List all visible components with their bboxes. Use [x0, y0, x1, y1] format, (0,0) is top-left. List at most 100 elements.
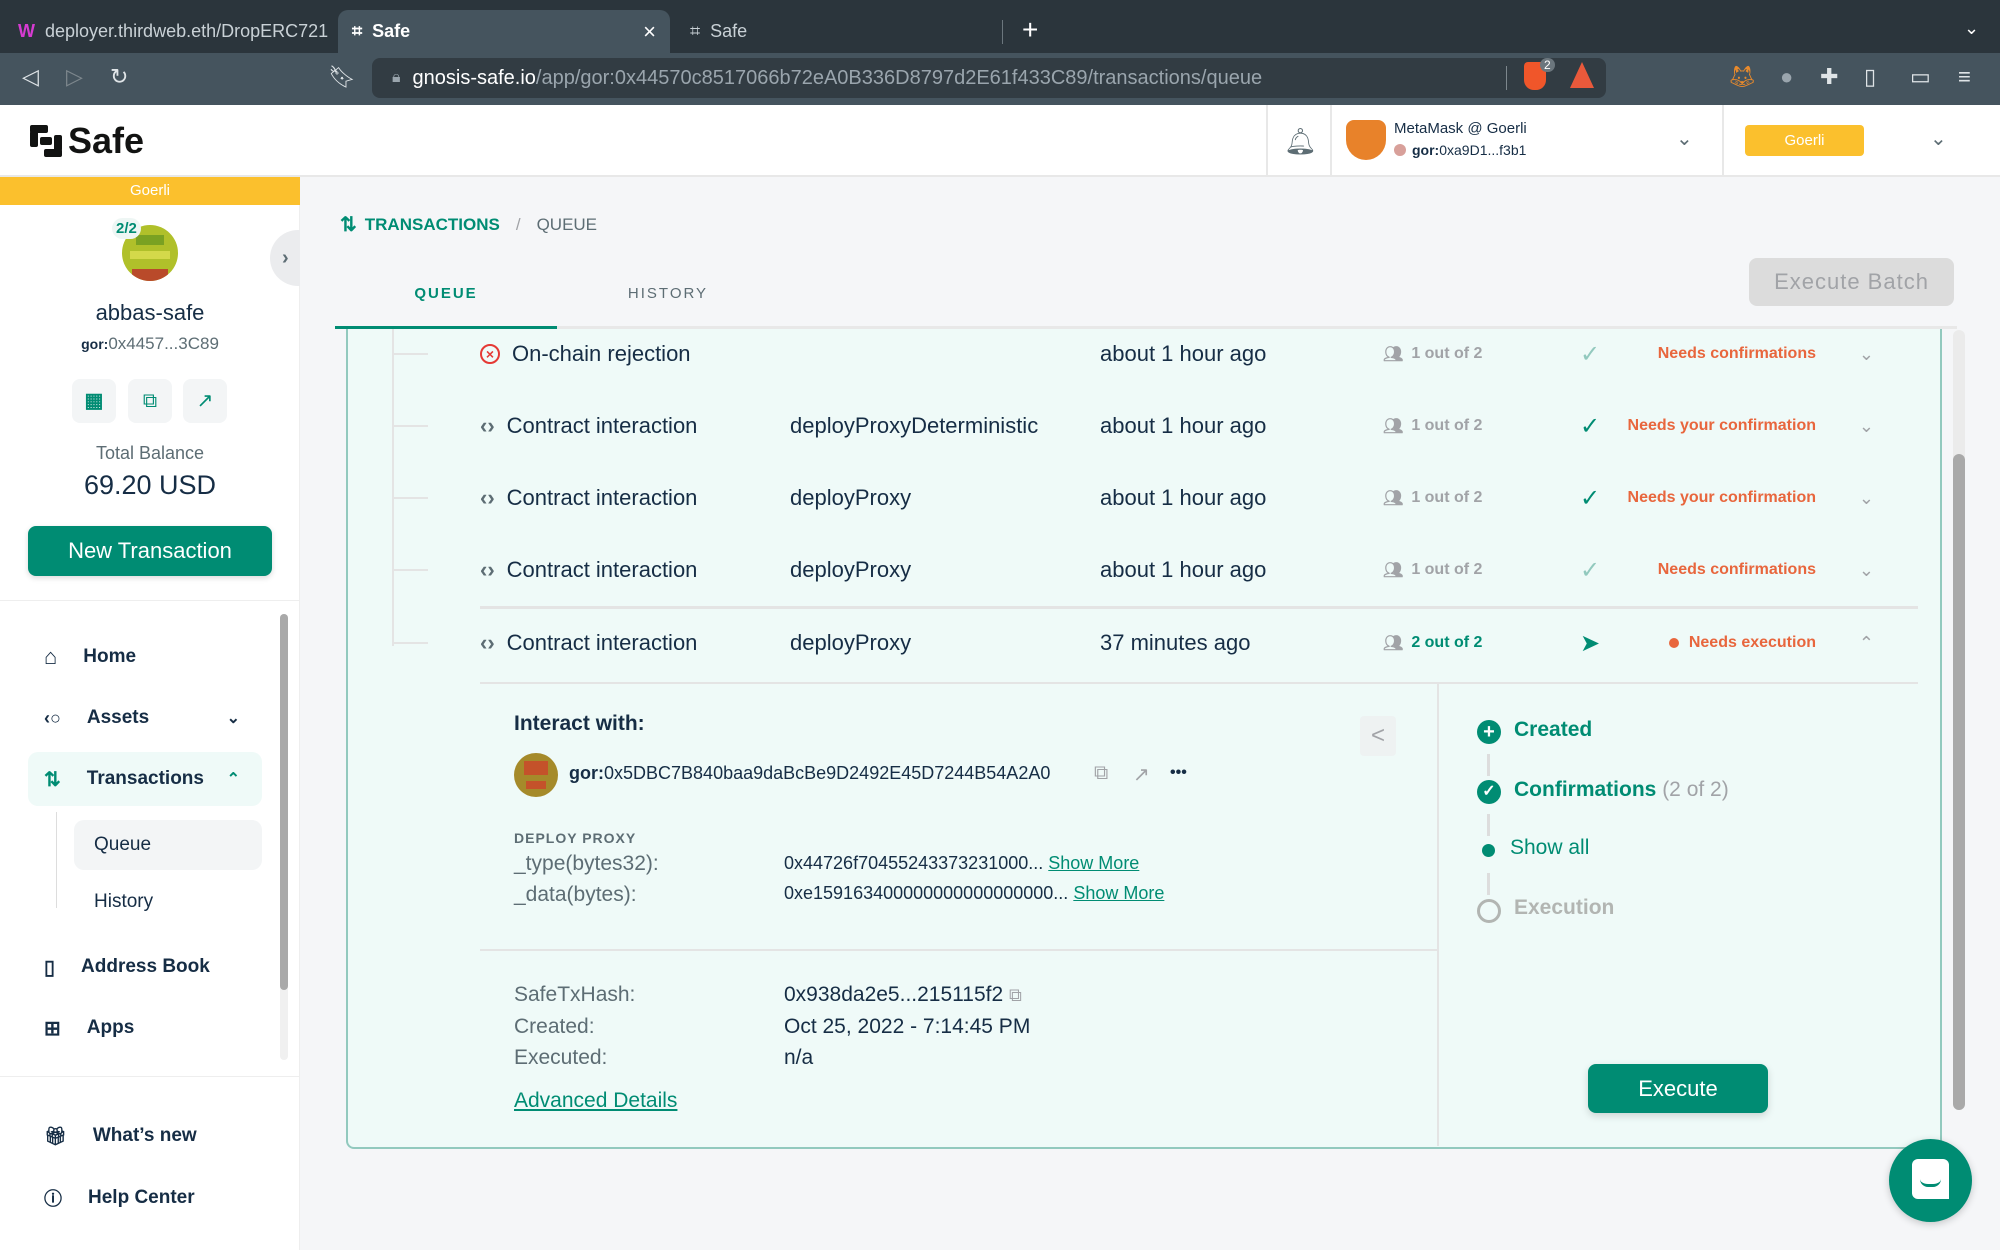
network-dropdown-chevron-icon[interactable]: ⌄ [1930, 126, 1947, 151]
chevron-down-icon[interactable]: ⌄ [1859, 488, 1874, 509]
sidebar-toggle-icon[interactable]: ▯ [1864, 64, 1876, 90]
main-scrollbar[interactable] [1953, 330, 1965, 1110]
sidebar-divider [0, 1076, 300, 1077]
sidebar-item-whats-new[interactable]: 🎁︎ What’s new [28, 1109, 262, 1163]
chevron-down-icon[interactable]: ⌄ [1859, 416, 1874, 437]
browser-tab[interactable]: ⌗ Safe [676, 10, 1006, 53]
sidebar-item-assets[interactable]: ‹○ Assets ⌄ [28, 691, 262, 745]
timeline-created: Created [1514, 718, 1593, 741]
browser-tab[interactable]: W deployer.thirdweb.eth/DropERC721 [4, 10, 334, 53]
external-link-icon[interactable]: ↗ [1133, 762, 1150, 787]
browser-tab-active[interactable]: ⌗ Safe × [338, 10, 670, 53]
execute-batch-button[interactable]: Execute Batch [1749, 258, 1954, 306]
extension-icon[interactable]: ● [1780, 64, 1793, 90]
url-host: gnosis-safe.io [412, 66, 536, 89]
sidebar-item-queue[interactable]: Queue [74, 820, 262, 870]
sidebar-scrollbar[interactable] [280, 614, 288, 1060]
back-icon[interactable]: ◁ [22, 64, 39, 90]
copy-icon[interactable]: ⧉ [1009, 985, 1022, 1005]
sidebar-item-transactions[interactable]: ⇅ Transactions ⌃ [28, 752, 262, 806]
contract-identicon [514, 753, 558, 797]
subnav-tree-line [56, 812, 57, 908]
safe-logo-icon [30, 125, 62, 157]
tab-list-chevron-icon[interactable]: ⌄ [1964, 18, 1979, 39]
new-tab-button[interactable]: + [1022, 14, 1038, 46]
tx-confirmations: 👥︎ 1 out of 2 [1383, 489, 1483, 507]
execute-button[interactable]: Execute [1588, 1064, 1768, 1113]
tx-type: Contract interaction [506, 630, 698, 655]
help-icon: ⓘ [44, 1189, 62, 1209]
chevron-down-icon[interactable]: ⌄ [1859, 344, 1874, 365]
sidebar-item-home[interactable]: ⌂ Home [28, 630, 262, 684]
qr-code-button[interactable]: ▦ [72, 379, 116, 423]
executed-label: Executed: [514, 1046, 608, 1069]
tx-time: about 1 hour ago [1100, 485, 1267, 510]
tx-confirmations: 👥︎ 1 out of 2 [1383, 345, 1483, 363]
wallet-icon[interactable]: ▭ [1910, 64, 1931, 90]
code-icon: ‹› [480, 485, 495, 510]
show-more-link[interactable]: Show More [1048, 853, 1139, 873]
apps-icon: ⊞ [44, 1017, 61, 1040]
tab-title: Safe [372, 21, 411, 41]
tx-time: 37 minutes ago [1100, 630, 1251, 655]
notifications-bell-icon[interactable]: 🔔︎ [1284, 126, 1317, 157]
tx-time: about 1 hour ago [1100, 341, 1267, 366]
copy-address-button[interactable]: ⧉ [128, 379, 172, 423]
copy-icon: ⧉ [142, 390, 158, 412]
transaction-row-expanded[interactable]: ‹› Contract interaction deployProxy 37 mi… [348, 607, 1914, 679]
chat-support-button[interactable] [1889, 1139, 1972, 1222]
header-divider [1330, 105, 1332, 177]
wallet-name: MetaMask @ Goerli [1394, 120, 1527, 137]
open-explorer-button[interactable]: ↗ [183, 379, 227, 423]
tx-type: Contract interaction [506, 557, 698, 582]
address-bar[interactable]: 🔒︎ gnosis-safe.io/app/gor:0x44570c851706… [372, 58, 1606, 98]
brave-badge: 2 [1540, 58, 1555, 72]
show-all-link[interactable]: Show all [1510, 836, 1589, 860]
tx-status: Needs your confirmation [1627, 489, 1816, 506]
timeline-connector [1487, 814, 1490, 836]
owners-icon: 👥︎ [1383, 562, 1404, 579]
menu-icon[interactable]: ≡ [1958, 64, 1971, 90]
param-name: _type(bytes32): [514, 852, 659, 875]
metamask-extension-icon[interactable]: 🦊︎ [1728, 64, 1756, 90]
app-header [0, 105, 2000, 177]
sidebar-item-help-center[interactable]: ⓘ Help Center [28, 1171, 262, 1225]
reload-icon[interactable]: ↻ [110, 64, 128, 90]
close-tab-icon[interactable]: × [643, 19, 656, 45]
advanced-details-link[interactable]: Advanced Details [514, 1089, 677, 1113]
extensions-puzzle-icon[interactable]: ✚ [1820, 64, 1838, 90]
owners-icon: 👥︎ [1383, 635, 1404, 652]
show-more-link[interactable]: Show More [1073, 883, 1164, 903]
share-icon[interactable]: < [1360, 716, 1396, 756]
tree-branch [394, 353, 428, 355]
transaction-row[interactable]: × On-chain rejection about 1 hour ago 👥︎ 1… [348, 318, 1914, 390]
sidebar-item-apps[interactable]: ⊞ Apps [28, 1001, 262, 1055]
sidebar-item-address-book[interactable]: ▯ Address Book [28, 940, 262, 994]
transaction-row[interactable]: ‹› Contract interaction deployProxy about… [348, 534, 1914, 606]
copy-icon[interactable]: ⧉ [1094, 762, 1108, 785]
breadcrumb-root[interactable]: TRANSACTIONS [365, 215, 500, 235]
sidebar-item-history[interactable]: History [74, 877, 262, 927]
more-options-icon[interactable]: ••• [1170, 764, 1187, 782]
transaction-row[interactable]: ‹› Contract interaction deployProxyDeterm… [348, 390, 1914, 462]
param-value: 0x44726f70455243373231000... Show More [784, 853, 1140, 873]
interact-label: Interact with: [514, 712, 645, 735]
brave-rewards-icon[interactable] [1570, 62, 1594, 88]
chevron-up-icon[interactable]: ⌃ [1859, 633, 1874, 654]
safe-logo[interactable]: Safe [30, 120, 144, 162]
new-transaction-button[interactable]: New Transaction [28, 526, 272, 576]
sidebar-divider [0, 600, 300, 601]
chat-icon [1912, 1159, 1949, 1199]
address-book-icon: ▯ [44, 956, 56, 979]
timeline-connector [1487, 754, 1490, 776]
param-value: 0xe159163400000000000000000... Show More [784, 883, 1165, 903]
safe-address: gor:0x4457...3C89 [81, 334, 219, 353]
home-icon: ⌂ [44, 644, 58, 669]
transaction-row[interactable]: ‹› Contract interaction deployProxy about… [348, 462, 1914, 534]
threshold-badge: 2/2 [112, 218, 141, 239]
wallet-dropdown-chevron-icon[interactable]: ⌄ [1676, 126, 1693, 151]
forward-icon[interactable]: ▷ [66, 64, 83, 90]
tab-divider [1002, 20, 1003, 44]
chevron-down-icon[interactable]: ⌄ [1859, 560, 1874, 581]
bookmark-icon[interactable]: 🔖︎ [328, 64, 356, 90]
